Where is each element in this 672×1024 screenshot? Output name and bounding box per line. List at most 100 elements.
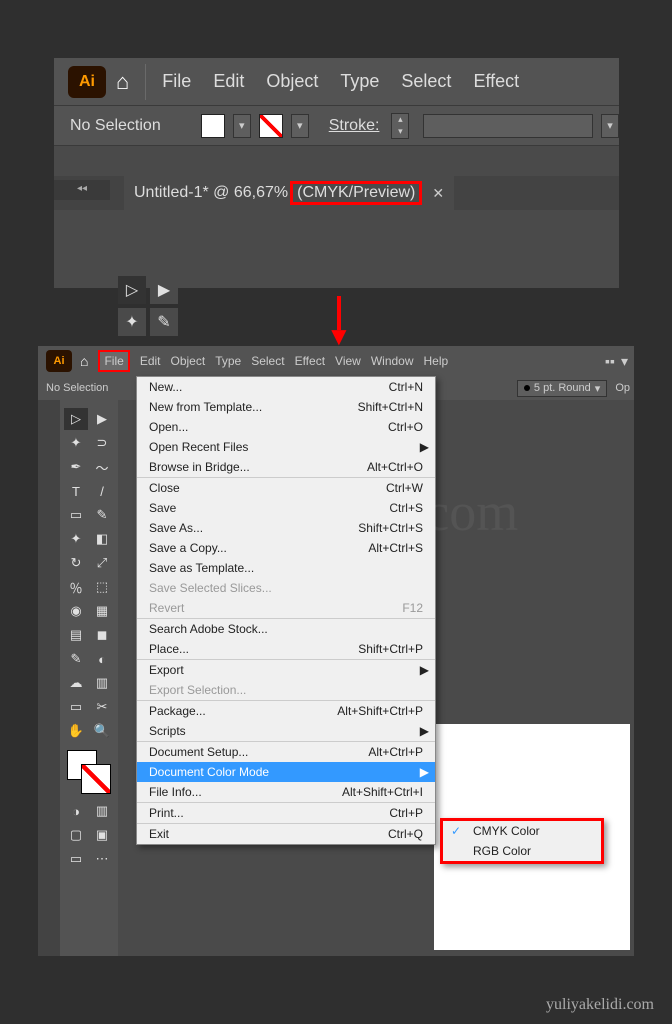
fill-stroke-indicator[interactable] — [67, 750, 111, 794]
menu-item-shortcut: Alt+Ctrl+P — [368, 745, 423, 759]
rotate-tool[interactable]: ↻ — [64, 552, 88, 574]
menu-item[interactable]: New from Template...Shift+Ctrl+N — [137, 397, 435, 417]
menu-file-2[interactable]: File — [98, 350, 129, 372]
home-icon-2[interactable]: ⌂ — [80, 353, 88, 369]
menu-item[interactable]: Package...Alt+Shift+Ctrl+P — [137, 700, 435, 721]
menu-type-2[interactable]: Type — [215, 354, 241, 368]
menu-item[interactable]: Document Setup...Alt+Ctrl+P — [137, 741, 435, 762]
symbol-tool[interactable]: ☁ — [64, 672, 88, 694]
direct-selection-tool-icon[interactable]: ▶ — [150, 276, 178, 304]
slice-tool[interactable]: ✂ — [90, 696, 114, 718]
artboard-tool[interactable]: ▭ — [64, 696, 88, 718]
shape-builder-tool[interactable]: ◉ — [64, 600, 88, 622]
gradient-tool[interactable]: ◼ — [90, 624, 114, 646]
graph-tool[interactable]: ▥ — [90, 672, 114, 694]
type-tool[interactable]: T — [64, 480, 88, 502]
menu-item-label: Print... — [149, 806, 184, 820]
selection-tool[interactable]: ▷ — [64, 408, 88, 430]
perspective-tool[interactable]: ▦ — [90, 600, 114, 622]
free-transform-tool[interactable]: ⬚ — [90, 576, 114, 598]
eraser-tool[interactable]: ◧ — [90, 528, 114, 550]
brush-tool[interactable]: ✎ — [90, 504, 114, 526]
menu-item[interactable]: Open Recent Files▶ — [137, 437, 435, 457]
stroke-stepper[interactable]: ▴▾ — [391, 113, 409, 139]
menu-item[interactable]: Open...Ctrl+O — [137, 417, 435, 437]
menu-item[interactable]: Search Adobe Stock... — [137, 618, 435, 639]
fill-swatch[interactable] — [201, 114, 225, 138]
width-tool[interactable]: ％ — [64, 576, 88, 598]
blend-tool[interactable]: ◐ — [90, 648, 114, 670]
color-mode-icon[interactable]: ◑ — [64, 800, 88, 822]
menu-item[interactable]: CloseCtrl+W — [137, 477, 435, 498]
stroke-field[interactable] — [423, 114, 593, 138]
gradient-mode-icon[interactable]: ▥ — [90, 800, 114, 822]
pen-tool[interactable]: ✒ — [64, 456, 88, 478]
opacity-label: Op — [615, 382, 630, 394]
menu-item[interactable]: Print...Ctrl+P — [137, 802, 435, 823]
magic-wand-icon[interactable]: ✦ — [118, 308, 146, 336]
zoom-tool[interactable]: 🔍 — [90, 720, 114, 742]
stroke-dropdown[interactable]: ▾ — [291, 114, 309, 138]
menu-select[interactable]: Select — [401, 71, 451, 92]
menu-item-shortcut: Alt+Ctrl+O — [367, 460, 423, 474]
hand-tool[interactable]: ✋ — [64, 720, 88, 742]
tab-close-icon[interactable]: ✕ — [432, 185, 444, 202]
stroke-profile-dropdown[interactable]: ▾ — [601, 114, 619, 138]
menu-item[interactable]: SaveCtrl+S — [137, 498, 435, 518]
shaper-tool[interactable]: ✦ — [64, 528, 88, 550]
line-tool[interactable]: / — [90, 480, 114, 502]
options-bar: No Selection ▾ ▾ Stroke: ▴▾ ▾ — [54, 106, 619, 146]
panel-collapse[interactable]: ◂◂ — [54, 180, 110, 200]
menu-edit-2[interactable]: Edit — [140, 354, 161, 368]
submenu-item[interactable]: ✓CMYK Color — [443, 821, 601, 841]
workspace-switcher[interactable]: ▪▪▾ — [605, 353, 628, 370]
menu-item[interactable]: Scripts▶ — [137, 721, 435, 741]
menu-view-2[interactable]: View — [335, 354, 361, 368]
menu-select-2[interactable]: Select — [251, 354, 284, 368]
draw-behind-icon[interactable]: ▣ — [90, 824, 114, 846]
menu-item[interactable]: Place...Shift+Ctrl+P — [137, 639, 435, 659]
rectangle-tool[interactable]: ▭ — [64, 504, 88, 526]
menu-edit[interactable]: Edit — [213, 71, 244, 92]
menu-file[interactable]: File — [162, 71, 191, 92]
menu-item[interactable]: Save as Template... — [137, 558, 435, 578]
menu-item[interactable]: Document Color Mode▶ — [137, 762, 435, 782]
stroke-swatch[interactable] — [259, 114, 283, 138]
selection-tool-icon[interactable]: ▷ — [118, 276, 146, 304]
menu-object[interactable]: Object — [266, 71, 318, 92]
menu-effect-2[interactable]: Effect — [295, 354, 325, 368]
scale-tool[interactable]: ⤢ — [90, 552, 114, 574]
brush-preset[interactable]: 5 pt. Round ▾ — [517, 380, 607, 397]
direct-selection-tool[interactable]: ▶ — [90, 408, 114, 430]
home-icon[interactable]: ⌂ — [116, 69, 129, 95]
menu-window-2[interactable]: Window — [371, 354, 414, 368]
submenu-arrow-icon: ▶ — [420, 440, 429, 454]
menu-item[interactable]: Export▶ — [137, 659, 435, 680]
menu-object-2[interactable]: Object — [171, 354, 206, 368]
stroke-indicator[interactable] — [81, 764, 111, 794]
draw-normal-icon[interactable]: ▢ — [64, 824, 88, 846]
mesh-tool[interactable]: ▤ — [64, 624, 88, 646]
menu-effect[interactable]: Effect — [473, 71, 519, 92]
submenu-item[interactable]: RGB Color — [443, 841, 601, 861]
fill-dropdown[interactable]: ▾ — [233, 114, 251, 138]
menu-item-shortcut: F12 — [402, 601, 423, 615]
menu-help-2[interactable]: Help — [424, 354, 449, 368]
lasso-icon[interactable]: ✎ — [150, 308, 178, 336]
menu-item[interactable]: New...Ctrl+N — [137, 377, 435, 397]
screen-mode-icon[interactable]: ▭ — [64, 848, 88, 870]
menu-item[interactable]: Save As...Shift+Ctrl+S — [137, 518, 435, 538]
menu-item[interactable]: File Info...Alt+Shift+Ctrl+I — [137, 782, 435, 802]
menu-item[interactable]: ExitCtrl+Q — [137, 823, 435, 844]
menu-item-shortcut: Ctrl+Q — [388, 827, 423, 841]
menu-item[interactable]: Browse in Bridge...Alt+Ctrl+O — [137, 457, 435, 477]
eyedropper-tool[interactable]: ✎ — [64, 648, 88, 670]
lasso-tool[interactable]: ⊃ — [90, 432, 114, 454]
edit-toolbar-icon[interactable]: ⋯ — [90, 848, 114, 870]
menu-item[interactable]: Save a Copy...Alt+Ctrl+S — [137, 538, 435, 558]
document-tab[interactable]: Untitled-1* @ 66,67% (CMYK/Preview) ✕ — [124, 176, 454, 210]
menu-type[interactable]: Type — [340, 71, 379, 92]
menu-item-label: Search Adobe Stock... — [149, 622, 268, 636]
curvature-tool[interactable]: ～ — [90, 456, 114, 478]
magic-wand-tool[interactable]: ✦ — [64, 432, 88, 454]
